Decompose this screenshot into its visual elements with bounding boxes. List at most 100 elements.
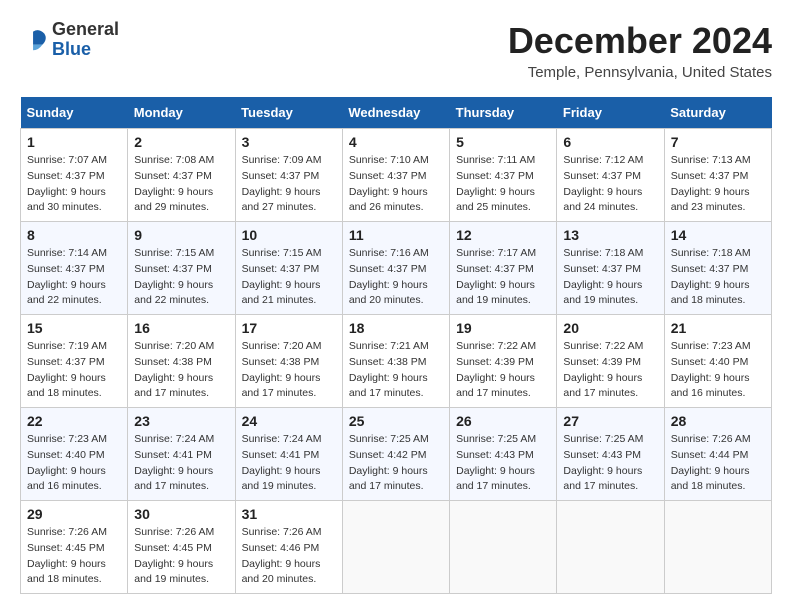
col-header-sunday: Sunday: [21, 97, 128, 129]
col-header-friday: Friday: [557, 97, 664, 129]
day-number: 23: [134, 413, 228, 429]
day-info: Sunrise: 7:11 AMSunset: 4:37 PMDaylight:…: [456, 153, 550, 216]
day-number: 24: [242, 413, 336, 429]
day-info: Sunrise: 7:18 AMSunset: 4:37 PMDaylight:…: [671, 246, 765, 309]
day-cell: 14 Sunrise: 7:18 AMSunset: 4:37 PMDaylig…: [664, 222, 771, 315]
day-info: Sunrise: 7:18 AMSunset: 4:37 PMDaylight:…: [563, 246, 657, 309]
day-number: 9: [134, 227, 228, 243]
day-number: 22: [27, 413, 121, 429]
day-info: Sunrise: 7:26 AMSunset: 4:44 PMDaylight:…: [671, 432, 765, 495]
day-number: 10: [242, 227, 336, 243]
month-title: December 2024: [508, 20, 772, 62]
day-cell: 21 Sunrise: 7:23 AMSunset: 4:40 PMDaylig…: [664, 315, 771, 408]
day-number: 20: [563, 320, 657, 336]
header: General Blue December 2024 Temple, Penns…: [20, 20, 772, 81]
logo-text: General Blue: [52, 20, 119, 60]
day-number: 28: [671, 413, 765, 429]
day-number: 5: [456, 134, 550, 150]
day-number: 21: [671, 320, 765, 336]
week-row-2: 8 Sunrise: 7:14 AMSunset: 4:37 PMDayligh…: [21, 222, 772, 315]
day-cell: 10 Sunrise: 7:15 AMSunset: 4:37 PMDaylig…: [235, 222, 342, 315]
day-info: Sunrise: 7:17 AMSunset: 4:37 PMDaylight:…: [456, 246, 550, 309]
day-info: Sunrise: 7:25 AMSunset: 4:43 PMDaylight:…: [456, 432, 550, 495]
header-row: SundayMondayTuesdayWednesdayThursdayFrid…: [21, 97, 772, 129]
day-cell: [450, 501, 557, 594]
day-info: Sunrise: 7:21 AMSunset: 4:38 PMDaylight:…: [349, 339, 443, 402]
day-info: Sunrise: 7:25 AMSunset: 4:42 PMDaylight:…: [349, 432, 443, 495]
day-number: 6: [563, 134, 657, 150]
day-info: Sunrise: 7:22 AMSunset: 4:39 PMDaylight:…: [456, 339, 550, 402]
day-number: 2: [134, 134, 228, 150]
day-cell: 24 Sunrise: 7:24 AMSunset: 4:41 PMDaylig…: [235, 408, 342, 501]
day-info: Sunrise: 7:26 AMSunset: 4:45 PMDaylight:…: [27, 525, 121, 588]
day-cell: 18 Sunrise: 7:21 AMSunset: 4:38 PMDaylig…: [342, 315, 449, 408]
day-cell: 13 Sunrise: 7:18 AMSunset: 4:37 PMDaylig…: [557, 222, 664, 315]
day-cell: [664, 501, 771, 594]
day-number: 3: [242, 134, 336, 150]
day-cell: 15 Sunrise: 7:19 AMSunset: 4:37 PMDaylig…: [21, 315, 128, 408]
day-number: 14: [671, 227, 765, 243]
day-info: Sunrise: 7:14 AMSunset: 4:37 PMDaylight:…: [27, 246, 121, 309]
day-cell: 7 Sunrise: 7:13 AMSunset: 4:37 PMDayligh…: [664, 129, 771, 222]
day-cell: 8 Sunrise: 7:14 AMSunset: 4:37 PMDayligh…: [21, 222, 128, 315]
day-number: 13: [563, 227, 657, 243]
day-cell: 30 Sunrise: 7:26 AMSunset: 4:45 PMDaylig…: [128, 501, 235, 594]
day-number: 16: [134, 320, 228, 336]
day-cell: 19 Sunrise: 7:22 AMSunset: 4:39 PMDaylig…: [450, 315, 557, 408]
day-info: Sunrise: 7:13 AMSunset: 4:37 PMDaylight:…: [671, 153, 765, 216]
day-info: Sunrise: 7:07 AMSunset: 4:37 PMDaylight:…: [27, 153, 121, 216]
logo-icon: [20, 26, 48, 54]
col-header-thursday: Thursday: [450, 97, 557, 129]
day-number: 26: [456, 413, 550, 429]
day-info: Sunrise: 7:23 AMSunset: 4:40 PMDaylight:…: [671, 339, 765, 402]
col-header-monday: Monday: [128, 97, 235, 129]
day-info: Sunrise: 7:19 AMSunset: 4:37 PMDaylight:…: [27, 339, 121, 402]
day-info: Sunrise: 7:12 AMSunset: 4:37 PMDaylight:…: [563, 153, 657, 216]
day-cell: 4 Sunrise: 7:10 AMSunset: 4:37 PMDayligh…: [342, 129, 449, 222]
day-cell: 5 Sunrise: 7:11 AMSunset: 4:37 PMDayligh…: [450, 129, 557, 222]
day-number: 11: [349, 227, 443, 243]
day-cell: 29 Sunrise: 7:26 AMSunset: 4:45 PMDaylig…: [21, 501, 128, 594]
day-cell: 31 Sunrise: 7:26 AMSunset: 4:46 PMDaylig…: [235, 501, 342, 594]
day-cell: 11 Sunrise: 7:16 AMSunset: 4:37 PMDaylig…: [342, 222, 449, 315]
week-row-5: 29 Sunrise: 7:26 AMSunset: 4:45 PMDaylig…: [21, 501, 772, 594]
day-number: 27: [563, 413, 657, 429]
day-cell: [342, 501, 449, 594]
day-cell: 25 Sunrise: 7:25 AMSunset: 4:42 PMDaylig…: [342, 408, 449, 501]
day-number: 1: [27, 134, 121, 150]
day-info: Sunrise: 7:15 AMSunset: 4:37 PMDaylight:…: [242, 246, 336, 309]
day-number: 29: [27, 506, 121, 522]
week-row-4: 22 Sunrise: 7:23 AMSunset: 4:40 PMDaylig…: [21, 408, 772, 501]
day-info: Sunrise: 7:26 AMSunset: 4:45 PMDaylight:…: [134, 525, 228, 588]
day-info: Sunrise: 7:25 AMSunset: 4:43 PMDaylight:…: [563, 432, 657, 495]
day-number: 7: [671, 134, 765, 150]
day-info: Sunrise: 7:20 AMSunset: 4:38 PMDaylight:…: [242, 339, 336, 402]
col-header-wednesday: Wednesday: [342, 97, 449, 129]
day-number: 30: [134, 506, 228, 522]
day-info: Sunrise: 7:08 AMSunset: 4:37 PMDaylight:…: [134, 153, 228, 216]
day-cell: 9 Sunrise: 7:15 AMSunset: 4:37 PMDayligh…: [128, 222, 235, 315]
day-cell: 22 Sunrise: 7:23 AMSunset: 4:40 PMDaylig…: [21, 408, 128, 501]
day-info: Sunrise: 7:24 AMSunset: 4:41 PMDaylight:…: [242, 432, 336, 495]
day-info: Sunrise: 7:10 AMSunset: 4:37 PMDaylight:…: [349, 153, 443, 216]
day-cell: [557, 501, 664, 594]
day-cell: 23 Sunrise: 7:24 AMSunset: 4:41 PMDaylig…: [128, 408, 235, 501]
week-row-1: 1 Sunrise: 7:07 AMSunset: 4:37 PMDayligh…: [21, 129, 772, 222]
day-number: 12: [456, 227, 550, 243]
day-cell: 26 Sunrise: 7:25 AMSunset: 4:43 PMDaylig…: [450, 408, 557, 501]
day-cell: 3 Sunrise: 7:09 AMSunset: 4:37 PMDayligh…: [235, 129, 342, 222]
day-cell: 6 Sunrise: 7:12 AMSunset: 4:37 PMDayligh…: [557, 129, 664, 222]
day-info: Sunrise: 7:23 AMSunset: 4:40 PMDaylight:…: [27, 432, 121, 495]
day-number: 4: [349, 134, 443, 150]
day-number: 19: [456, 320, 550, 336]
day-cell: 16 Sunrise: 7:20 AMSunset: 4:38 PMDaylig…: [128, 315, 235, 408]
title-section: December 2024 Temple, Pennsylvania, Unit…: [508, 20, 772, 81]
day-info: Sunrise: 7:16 AMSunset: 4:37 PMDaylight:…: [349, 246, 443, 309]
day-cell: 2 Sunrise: 7:08 AMSunset: 4:37 PMDayligh…: [128, 129, 235, 222]
col-header-saturday: Saturday: [664, 97, 771, 129]
day-cell: 12 Sunrise: 7:17 AMSunset: 4:37 PMDaylig…: [450, 222, 557, 315]
location-title: Temple, Pennsylvania, United States: [508, 64, 772, 81]
day-info: Sunrise: 7:24 AMSunset: 4:41 PMDaylight:…: [134, 432, 228, 495]
day-info: Sunrise: 7:09 AMSunset: 4:37 PMDaylight:…: [242, 153, 336, 216]
day-cell: 20 Sunrise: 7:22 AMSunset: 4:39 PMDaylig…: [557, 315, 664, 408]
